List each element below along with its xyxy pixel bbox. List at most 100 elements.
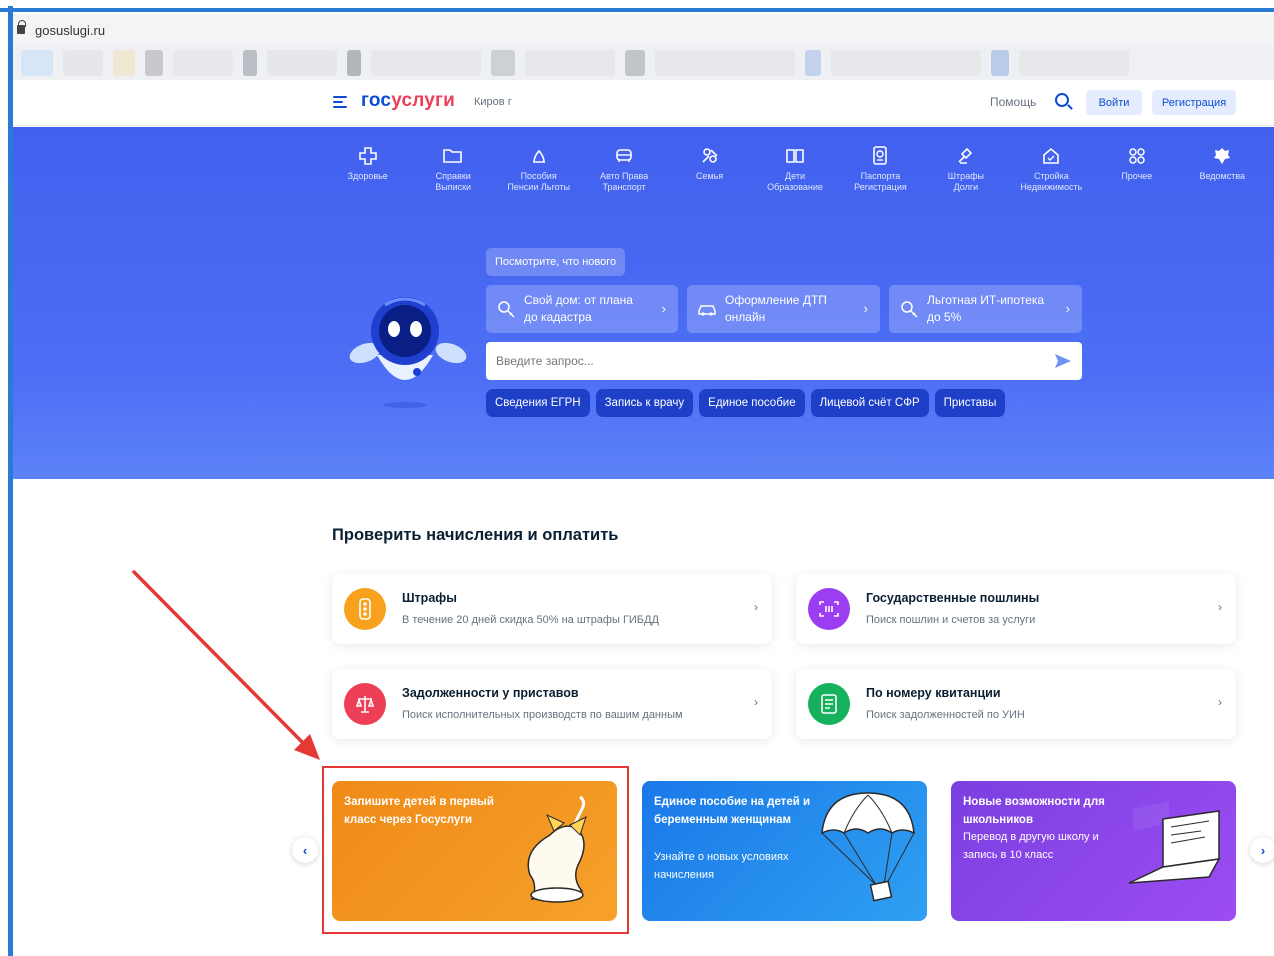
bookmark-blurred[interactable] — [173, 50, 233, 76]
chevron-right-icon: › — [1218, 695, 1222, 709]
hero-section: Здоровье Справки Выписки Пособия Пенсии … — [13, 127, 1274, 479]
bookmark-blurred[interactable] — [347, 50, 361, 76]
banner-title: Единое пособие на детей и беременным жен… — [654, 796, 811, 826]
category-family[interactable]: Семья — [667, 145, 752, 193]
key-search-icon — [498, 301, 515, 318]
login-button[interactable]: Войти — [1086, 90, 1142, 115]
health-icon — [357, 145, 379, 167]
family-icon — [699, 145, 721, 167]
banner-unified-allowance[interactable]: Единое пособие на детей и беременным жен… — [642, 781, 927, 921]
lock-icon — [17, 19, 26, 34]
bookmark-blurred[interactable] — [63, 50, 103, 76]
quick-chip-egrn[interactable]: Сведения ЕГРН — [486, 389, 590, 417]
bookmark-blurred[interactable] — [525, 50, 615, 76]
bookmarks-bar — [13, 46, 1274, 80]
card-subtitle: Поиск задолженностей по УИН — [866, 709, 1025, 721]
category-nav: Здоровье Справки Выписки Пособия Пенсии … — [325, 145, 1265, 193]
bookmark-blurred[interactable] — [991, 50, 1009, 76]
carousel-prev-button[interactable]: ‹ — [292, 837, 318, 863]
quick-chip-allowance[interactable]: Единое пособие — [699, 389, 805, 417]
chevron-right-icon: › — [1218, 600, 1222, 614]
card-title: Задолженности у приставов — [402, 686, 579, 700]
carousel-next-button[interactable]: › — [1250, 837, 1274, 863]
category-health[interactable]: Здоровье — [325, 145, 410, 193]
bookmark-blurred[interactable] — [491, 50, 515, 76]
category-transport[interactable]: Авто Права Транспорт — [581, 145, 666, 193]
category-realty[interactable]: Стройка Недвижимость — [1009, 145, 1094, 193]
search-bar — [486, 342, 1082, 380]
promo-text: Льготная ИТ-ипотека до 5% — [927, 293, 1045, 324]
card-state-fees[interactable]: Государственные пошлины Поиск пошлин и с… — [796, 574, 1236, 644]
bookmark-blurred[interactable] — [113, 50, 135, 76]
chevron-right-icon: › — [863, 301, 868, 316]
chevron-right-icon: › — [1065, 301, 1070, 316]
grid-icon — [1126, 145, 1148, 167]
search-icon[interactable] — [1055, 93, 1069, 107]
bookmark-blurred[interactable] — [1019, 50, 1129, 76]
whats-new-button[interactable]: Посмотрите, что нового — [486, 248, 626, 276]
address-bar[interactable]: gosuslugi.ru — [13, 14, 1274, 46]
category-fines[interactable]: Штрафы Долги — [923, 145, 1008, 193]
key-search-icon — [901, 301, 918, 318]
category-label: Семья — [695, 171, 724, 181]
category-agencies[interactable]: Ведомства — [1180, 145, 1265, 193]
category-label: Дети Образование — [767, 171, 823, 192]
bookmark-blurred[interactable] — [243, 50, 257, 76]
gosuslugi-logo[interactable]: госуслуги — [361, 90, 455, 112]
chevron-right-icon: › — [754, 695, 758, 709]
category-label: Стройка Недвижимость — [1020, 171, 1083, 192]
screenshot-border-left — [8, 6, 13, 956]
category-passports[interactable]: Паспорта Регистрация — [838, 145, 923, 193]
section-title: Проверить начисления и оплатить — [332, 526, 619, 544]
card-title: Штрафы — [402, 591, 457, 605]
bookmark-blurred[interactable] — [625, 50, 645, 76]
house-icon — [1040, 145, 1062, 167]
category-label: Здоровье — [347, 171, 388, 181]
quick-chip-sfr-account[interactable]: Лицевой счёт СФР — [810, 389, 929, 417]
bookmark-blurred[interactable] — [655, 50, 795, 76]
category-label: Паспорта Регистрация — [854, 171, 907, 192]
site-header: госуслуги Киров г Помощь Войти Регистрац… — [13, 80, 1274, 126]
register-button[interactable]: Регистрация — [1152, 90, 1236, 115]
promo-accident[interactable]: Оформление ДТП онлайн › — [687, 285, 880, 333]
emblem-icon — [1211, 145, 1233, 167]
car-outline-icon — [698, 305, 716, 316]
parachute-gift-icon — [821, 792, 915, 902]
category-education[interactable]: Дети Образование — [752, 145, 837, 193]
chevron-right-icon: › — [754, 600, 758, 614]
banner-subtitle: Узнайте о новых условиях начисления — [654, 851, 789, 881]
search-input[interactable] — [496, 354, 996, 368]
category-label: Штрафы Долги — [947, 171, 985, 192]
card-bailiff-debts[interactable]: Задолженности у приставов Поиск исполнит… — [332, 669, 772, 739]
banner-schoolchildren[interactable]: Новые возможности для школьников Перевод… — [951, 781, 1236, 921]
bookmark-blurred[interactable] — [805, 50, 821, 76]
menu-icon[interactable] — [333, 96, 347, 111]
gavel-icon — [955, 145, 977, 167]
category-benefits[interactable]: Пособия Пенсии Льготы — [496, 145, 581, 193]
screenshot-border-top — [0, 8, 1274, 12]
category-documents[interactable]: Справки Выписки — [410, 145, 495, 193]
bookmark-blurred[interactable] — [831, 50, 981, 76]
card-fines[interactable]: Штрафы В течение 20 дней скидка 50% на ш… — [332, 574, 772, 644]
promo-own-house[interactable]: Свой дом: от плана до кадастра › — [486, 285, 678, 333]
promo-text: Оформление ДТП онлайн — [725, 293, 827, 324]
bookmark-blurred[interactable] — [21, 50, 53, 76]
quick-chip-bailiffs[interactable]: Приставы — [934, 389, 1006, 417]
bookmark-blurred[interactable] — [267, 50, 337, 76]
card-subtitle: В течение 20 дней скидка 50% на штрафы Г… — [402, 614, 659, 626]
folder-icon — [442, 145, 464, 167]
card-receipt-number[interactable]: По номеру квитанции Поиск задолженностей… — [796, 669, 1236, 739]
city-selector[interactable]: Киров г — [474, 96, 512, 108]
help-link[interactable]: Помощь — [990, 95, 1036, 109]
bookmark-blurred[interactable] — [371, 50, 481, 76]
category-other[interactable]: Прочее — [1094, 145, 1179, 193]
laptop-icon — [1128, 801, 1221, 884]
car-icon — [613, 145, 635, 167]
promo-it-mortgage[interactable]: Льготная ИТ-ипотека до 5% › — [889, 285, 1082, 333]
bookmark-blurred[interactable] — [145, 50, 163, 76]
banner-subtitle: Перевод в другую школу и запись в 10 кла… — [963, 831, 1099, 861]
chevron-right-icon: › — [661, 301, 666, 316]
passport-icon — [869, 145, 891, 167]
quick-chip-doctor[interactable]: Запись к врачу — [595, 389, 694, 417]
send-icon[interactable] — [1054, 352, 1072, 370]
